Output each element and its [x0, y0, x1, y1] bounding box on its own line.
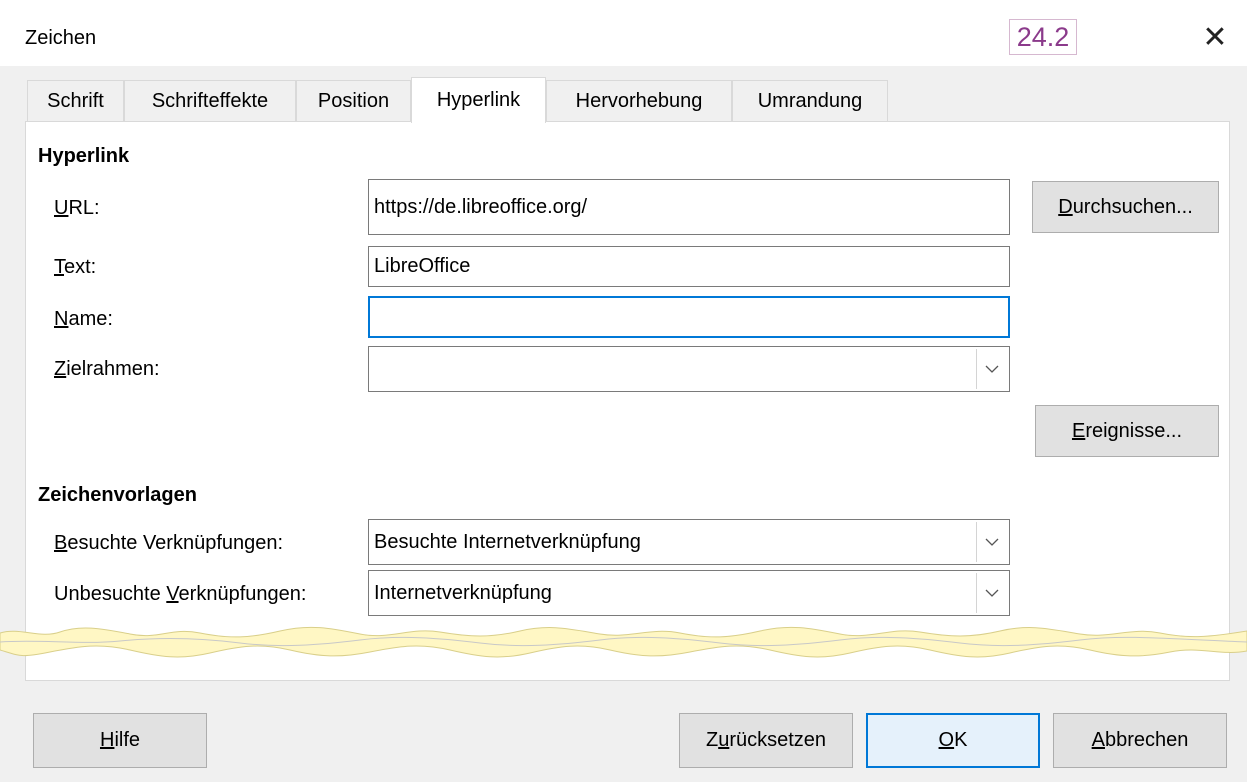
- tab-position[interactable]: Position: [296, 80, 411, 122]
- hyperlink-heading: Hyperlink: [38, 145, 130, 167]
- name-input[interactable]: [368, 296, 1010, 338]
- text-label: Text:: [54, 256, 97, 278]
- cancel-button[interactable]: Abbrechen: [1053, 713, 1227, 768]
- tab-hervorhebung[interactable]: Hervorhebung: [546, 80, 732, 122]
- ok-button[interactable]: OK: [866, 713, 1040, 768]
- chevron-down-icon[interactable]: [976, 349, 1007, 389]
- events-button[interactable]: Ereignisse...: [1035, 405, 1219, 457]
- unvisited-links-dropdown[interactable]: Internetverknüpfung: [368, 570, 1010, 616]
- target-frame-dropdown[interactable]: [368, 346, 1010, 392]
- tab-hyperlink[interactable]: Hyperlink: [411, 77, 546, 123]
- chevron-down-icon[interactable]: [976, 522, 1007, 562]
- visited-links-dropdown[interactable]: Besuchte Internetverknüpfung: [368, 519, 1010, 565]
- torn-edge-divider: [0, 626, 1247, 658]
- url-input[interactable]: https://de.libreoffice.org/: [368, 179, 1010, 235]
- reset-button[interactable]: Zu rücksetzen: [679, 713, 853, 768]
- character-styles-heading: Zeichenvorlagen: [38, 484, 197, 506]
- help-button[interactable]: Hilfe: [33, 713, 207, 768]
- url-label: URL:: [54, 197, 100, 219]
- title-bar: Zeichen 24.2 ✕: [0, 0, 1247, 66]
- browse-button[interactable]: Durchsuchen...: [1032, 181, 1219, 233]
- visited-links-value: Besuchte Internetverknüpfung: [374, 530, 641, 553]
- version-badge: 24.2: [1009, 19, 1077, 55]
- unvisited-links-value: Internetverknüpfung: [374, 581, 552, 604]
- unvisited-links-label: Unbesuchte Verknüpfungen:: [54, 583, 307, 605]
- tab-schrift[interactable]: Schrift: [27, 80, 124, 122]
- close-icon[interactable]: ✕: [1196, 20, 1234, 58]
- target-frame-label: Zielrahmen:: [54, 358, 160, 380]
- visited-links-label: Besuchte Verknüpfungen:: [54, 532, 284, 554]
- name-label: Name:: [54, 308, 113, 330]
- chevron-down-icon[interactable]: [976, 573, 1007, 613]
- tab-umrandung[interactable]: Umrandung: [732, 80, 888, 122]
- tab-schrifteffekte[interactable]: Schrifteffekte: [124, 80, 296, 122]
- text-input[interactable]: LibreOffice: [368, 246, 1010, 287]
- dialog-title: Zeichen: [25, 27, 97, 49]
